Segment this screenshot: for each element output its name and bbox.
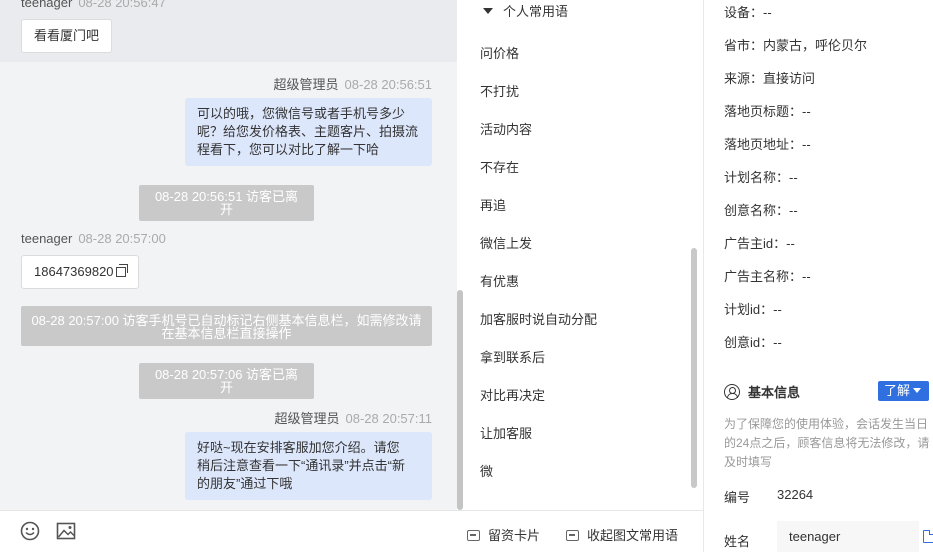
info-row-creative-id: 创意id：-- (724, 335, 782, 350)
phrase-item[interactable]: 问价格 (480, 43, 519, 62)
phrase-item[interactable]: 加客服时说自动分配 (480, 309, 597, 328)
image-icon[interactable] (56, 521, 76, 541)
info-row-creative-name: 创意名称：-- (724, 203, 798, 218)
agent-message-bubble: 好哒~现在安排客服加您介绍。请您 稍后注意查看一下“通讯录”并点击“新 的朋友”… (185, 432, 432, 500)
message-time: 08-28 20:57:00 (78, 231, 166, 246)
phrase-item[interactable]: 有优惠 (480, 271, 519, 290)
message-time: 08-28 20:57:11 (345, 411, 433, 426)
phrases-group-header[interactable]: 个人常用语 (483, 1, 568, 20)
phrases-group-title: 个人常用语 (503, 4, 569, 19)
info-note-line: 的24点之后，顾客信息将无法修改，请 (724, 436, 930, 450)
info-row-plan-id: 计划id：-- (724, 302, 782, 317)
message-sender: teenager (21, 0, 73, 10)
info-row-advertiser-name: 广告主名称：-- (724, 269, 811, 284)
visitor-info-panel: 设备：-- 省市：内蒙古，呼伦贝尔 来源：直接访问 落地页标题：-- 落地页地址… (703, 0, 933, 552)
system-notice: 08-28 20:57:06 访客已离开 (139, 363, 314, 399)
learn-more-label: 了解 (884, 383, 911, 398)
message-line: 稍后注意查看一下“通讯录”并点击“新 (197, 458, 405, 473)
system-notice-line: 在基本信息栏直接操作 (161, 326, 292, 341)
info-note-line: 及时填写 (724, 455, 773, 469)
message-time: 08-28 20:56:51 (344, 77, 432, 92)
message-header: teenager 08-28 20:56:47 (21, 0, 166, 10)
visitor-message-bubble: 18647369820 (21, 255, 139, 289)
phrases-footer: 留资卡片 收起图文常用语 (463, 510, 703, 552)
phrase-item[interactable]: 活动内容 (480, 119, 532, 138)
message-line: 的朋友”通过下哦 (197, 476, 293, 491)
message-sender: teenager (21, 231, 73, 246)
phrase-item[interactable]: 对比再决定 (480, 385, 545, 404)
system-notice: 08-28 20:56:51 访客已离开 (139, 185, 314, 221)
info-note-line: 为了保障您的使用体验，会话发生当日 (724, 417, 929, 431)
copy-icon[interactable] (115, 264, 128, 277)
info-row-device: 设备：-- (724, 5, 772, 20)
message-header: 超级管理员 08-28 20:56:51 (274, 74, 432, 93)
phrase-item[interactable]: 不打扰 (480, 81, 519, 100)
card-icon (467, 530, 480, 541)
message-line: 呢？给您发价格表、主题客片、拍摄流 (197, 124, 419, 139)
user-icon (724, 384, 740, 400)
message-line: 可以的哦，您微信号或者手机号多少 (197, 106, 406, 121)
message-icon (566, 530, 579, 541)
message-line: 程看下，您可以对比了解一下哈 (197, 142, 380, 157)
caret-down-icon (483, 8, 493, 14)
id-label: 编号 (724, 490, 751, 505)
message-text: 看看厦门吧 (34, 28, 100, 43)
message-sender: 超级管理员 (274, 411, 340, 426)
system-notice-text: 08-28 20:57:06 访客已离开 (154, 367, 299, 395)
id-value: 32264 (777, 487, 814, 502)
emoji-icon[interactable] (20, 521, 40, 541)
copy-icon[interactable] (923, 530, 933, 543)
phrases-panel: 个人常用语 问价格 不打扰 活动内容 不存在 再追 微信上发 有优惠 加客服时说… (463, 0, 703, 510)
message-line: 好哒~现在安排客服加您介绍。请您 (197, 440, 400, 455)
basic-info-title-text: 基本信息 (748, 385, 801, 400)
info-row-advertiser-id: 广告主id：-- (724, 236, 795, 251)
chat-input-toolbar (0, 510, 463, 552)
info-row-landing-title: 落地页标题：-- (724, 104, 811, 119)
info-note: 为了保障您的使用体验，会话发生当日 的24点之后，顾客信息将无法修改，请 及时填… (724, 415, 932, 472)
info-row-landing-url: 落地页地址：-- (724, 137, 811, 152)
name-field[interactable] (777, 521, 919, 552)
name-label: 姓名 (724, 534, 751, 549)
basic-info-title: 基本信息 (724, 381, 800, 401)
collapse-phrases-label: 收起图文常用语 (587, 528, 679, 543)
lead-card-label: 留资卡片 (488, 528, 541, 543)
message-sender: 超级管理员 (273, 77, 339, 92)
caret-down-icon (913, 388, 922, 393)
message-header: 超级管理员 08-28 20:57:11 (274, 408, 432, 427)
collapse-phrases-button[interactable]: 收起图文常用语 (566, 525, 678, 544)
message-text[interactable]: 18647369820 (34, 264, 114, 279)
message-time: 08-28 20:56:47 (78, 0, 166, 10)
info-row-source: 来源：直接访问 (724, 71, 816, 86)
info-row-plan-name: 计划名称：-- (724, 170, 798, 185)
learn-more-button[interactable]: 了解 (878, 381, 929, 401)
phrase-item[interactable]: 让加客服 (480, 423, 532, 442)
phrase-item[interactable]: 微信上发 (480, 233, 532, 252)
message-header: teenager 08-28 20:57:00 (21, 231, 166, 246)
phrase-item[interactable]: 拿到联系后 (480, 347, 545, 366)
agent-message-bubble: 可以的哦，您微信号或者手机号多少 呢？给您发价格表、主题客片、拍摄流 程看下，您… (185, 98, 432, 166)
phrase-item[interactable]: 再追 (480, 195, 506, 214)
info-row-region: 省市：内蒙古，呼伦贝尔 (724, 38, 868, 53)
chat-panel: teenager 08-28 20:56:47 看看厦门吧 超级管理员 08-28 … (0, 0, 457, 510)
system-notice: 08-28 20:57:00 访客手机号已自动标记右侧基本信息栏，如需修改请 在… (21, 306, 432, 346)
phrase-item[interactable]: 微 (480, 461, 493, 480)
system-notice-text: 08-28 20:56:51 访客已离开 (154, 189, 299, 217)
lead-card-button[interactable]: 留资卡片 (467, 525, 540, 544)
visitor-message-bubble: 看看厦门吧 (21, 19, 113, 53)
phrase-item[interactable]: 不存在 (480, 157, 519, 176)
phrases-scrollbar[interactable] (691, 248, 697, 488)
